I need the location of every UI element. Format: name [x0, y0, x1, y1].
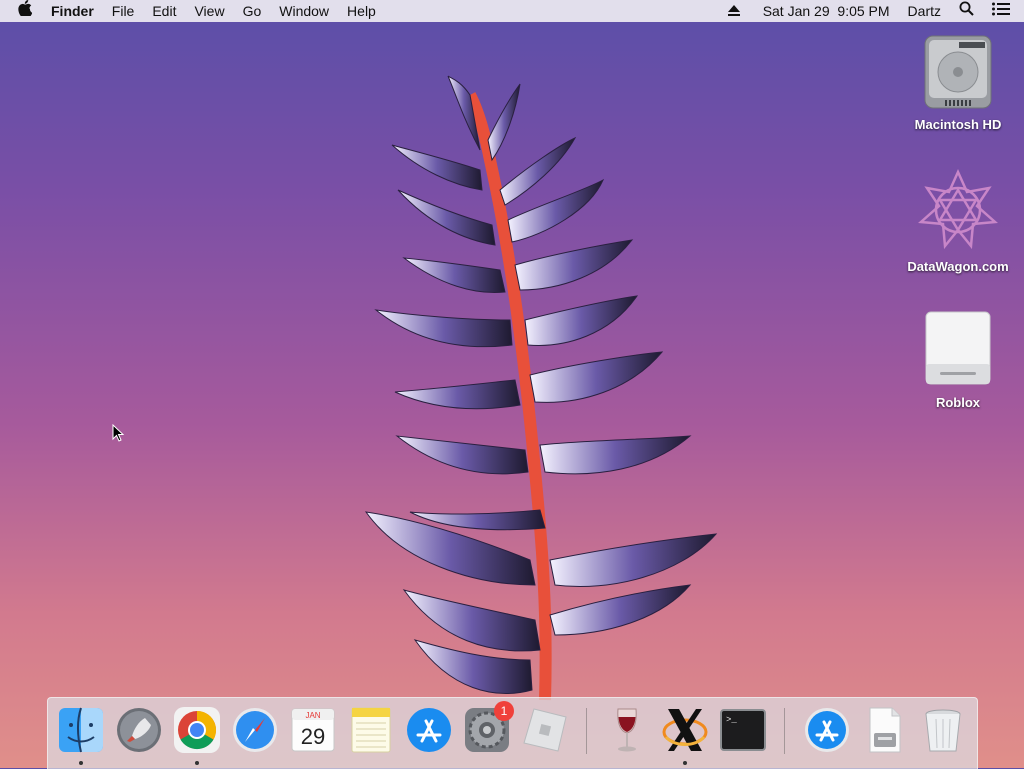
desktop-item-label: Macintosh HD [914, 117, 1002, 132]
external-drive-icon [925, 311, 991, 385]
safari-icon [233, 708, 277, 752]
calendar-icon: JAN 29 [291, 708, 335, 752]
xquartz-icon [662, 709, 708, 751]
dock-trash[interactable] [918, 705, 968, 755]
eject-icon[interactable] [719, 0, 754, 22]
dock-launchpad[interactable] [114, 705, 164, 755]
menu-help[interactable]: Help [338, 0, 385, 22]
desktop-item-label: Roblox [935, 395, 981, 410]
launchpad-icon [117, 708, 161, 752]
calendar-month: JAN [305, 711, 320, 720]
desktop-item-label: DataWagon.com [907, 259, 1009, 274]
menu-app-name[interactable]: Finder [42, 0, 103, 22]
dock-system-preferences[interactable]: 1 [462, 701, 514, 755]
notification-center-icon[interactable] [983, 0, 1024, 22]
dock-safari[interactable] [230, 705, 280, 755]
desktop-item-datawagon[interactable]: DataWagon.com [903, 168, 1013, 274]
menu-view[interactable]: View [185, 0, 233, 22]
running-indicator [195, 761, 199, 765]
roblox-icon [523, 708, 567, 752]
menu-window[interactable]: Window [270, 0, 338, 22]
app-store-folder-icon [805, 708, 849, 752]
dock-notes[interactable] [346, 705, 396, 755]
dock: JAN 29 1 >_ [47, 697, 978, 769]
menu-file[interactable]: File [103, 0, 144, 22]
hard-drive-icon [924, 35, 992, 109]
mouse-cursor-icon [112, 424, 125, 442]
dock-roblox[interactable] [520, 705, 570, 755]
spotlight-search-icon[interactable] [950, 0, 983, 22]
terminal-icon: >_ [720, 709, 766, 751]
menu-bar: Finder File Edit View Go Window Help Sat… [0, 0, 1024, 22]
dock-separator [586, 708, 587, 754]
dock-app-store[interactable] [404, 705, 454, 755]
notification-badge: 1 [494, 701, 514, 721]
desktop-item-roblox[interactable]: Roblox [903, 308, 1013, 410]
running-indicator [683, 761, 687, 765]
menu-edit[interactable]: Edit [143, 0, 185, 22]
app-store-icon [407, 708, 451, 752]
terminal-prompt: >_ [726, 715, 737, 725]
menu-clock[interactable]: Sat Jan 29 9:05 PM [754, 0, 899, 22]
finder-icon [59, 707, 103, 753]
wine-icon [617, 708, 637, 752]
calendar-day: 29 [301, 724, 325, 749]
running-indicator [79, 761, 83, 765]
dock-terminal[interactable]: >_ [718, 705, 768, 755]
dock-chrome[interactable] [172, 705, 222, 765]
dock-wine[interactable] [602, 705, 652, 755]
desktop-item-macintosh-hd[interactable]: Macintosh HD [903, 30, 1013, 132]
dock-xquartz[interactable] [660, 705, 710, 765]
trash-icon [925, 709, 961, 752]
dock-document[interactable] [860, 705, 910, 755]
document-icon [869, 707, 901, 753]
dock-app-store-folder[interactable] [802, 705, 852, 755]
dock-finder[interactable] [56, 705, 106, 765]
dock-calendar[interactable]: JAN 29 [288, 705, 338, 755]
chrome-icon [174, 707, 220, 753]
disk-image-icon [918, 168, 998, 250]
menu-go[interactable]: Go [234, 0, 271, 22]
wallpaper-plant [364, 75, 718, 701]
notes-icon [351, 707, 391, 753]
apple-menu-icon[interactable] [0, 0, 42, 22]
dock-separator [784, 708, 785, 754]
menu-user[interactable]: Dartz [899, 0, 950, 22]
